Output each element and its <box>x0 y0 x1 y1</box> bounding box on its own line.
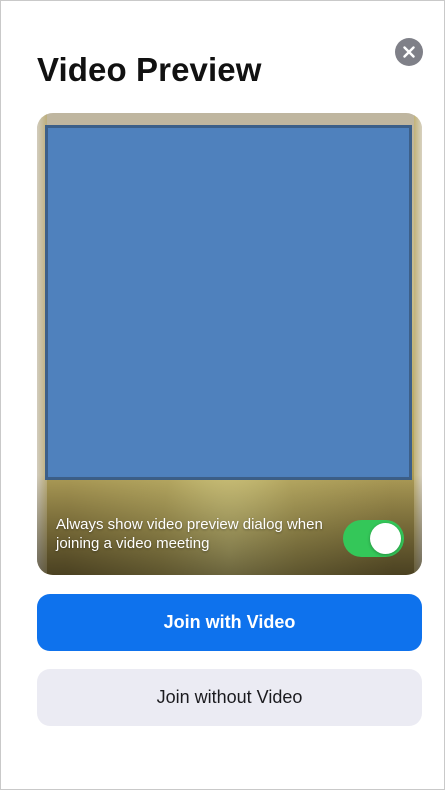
camera-preview: Always show video preview dialog when jo… <box>37 113 422 575</box>
toggle-knob <box>370 523 401 554</box>
redaction-box <box>45 125 412 480</box>
dialog-title: Video Preview <box>37 51 262 88</box>
close-icon <box>403 46 415 58</box>
always-show-preview-toggle[interactable] <box>343 520 404 557</box>
join-with-video-button[interactable]: Join with Video <box>37 594 422 651</box>
close-button[interactable] <box>395 38 423 66</box>
always-show-preview-label: Always show video preview dialog when jo… <box>56 516 323 552</box>
video-preview-dialog: Video Preview Always show video preview … <box>0 0 445 790</box>
join-without-video-button[interactable]: Join without Video <box>37 669 422 726</box>
